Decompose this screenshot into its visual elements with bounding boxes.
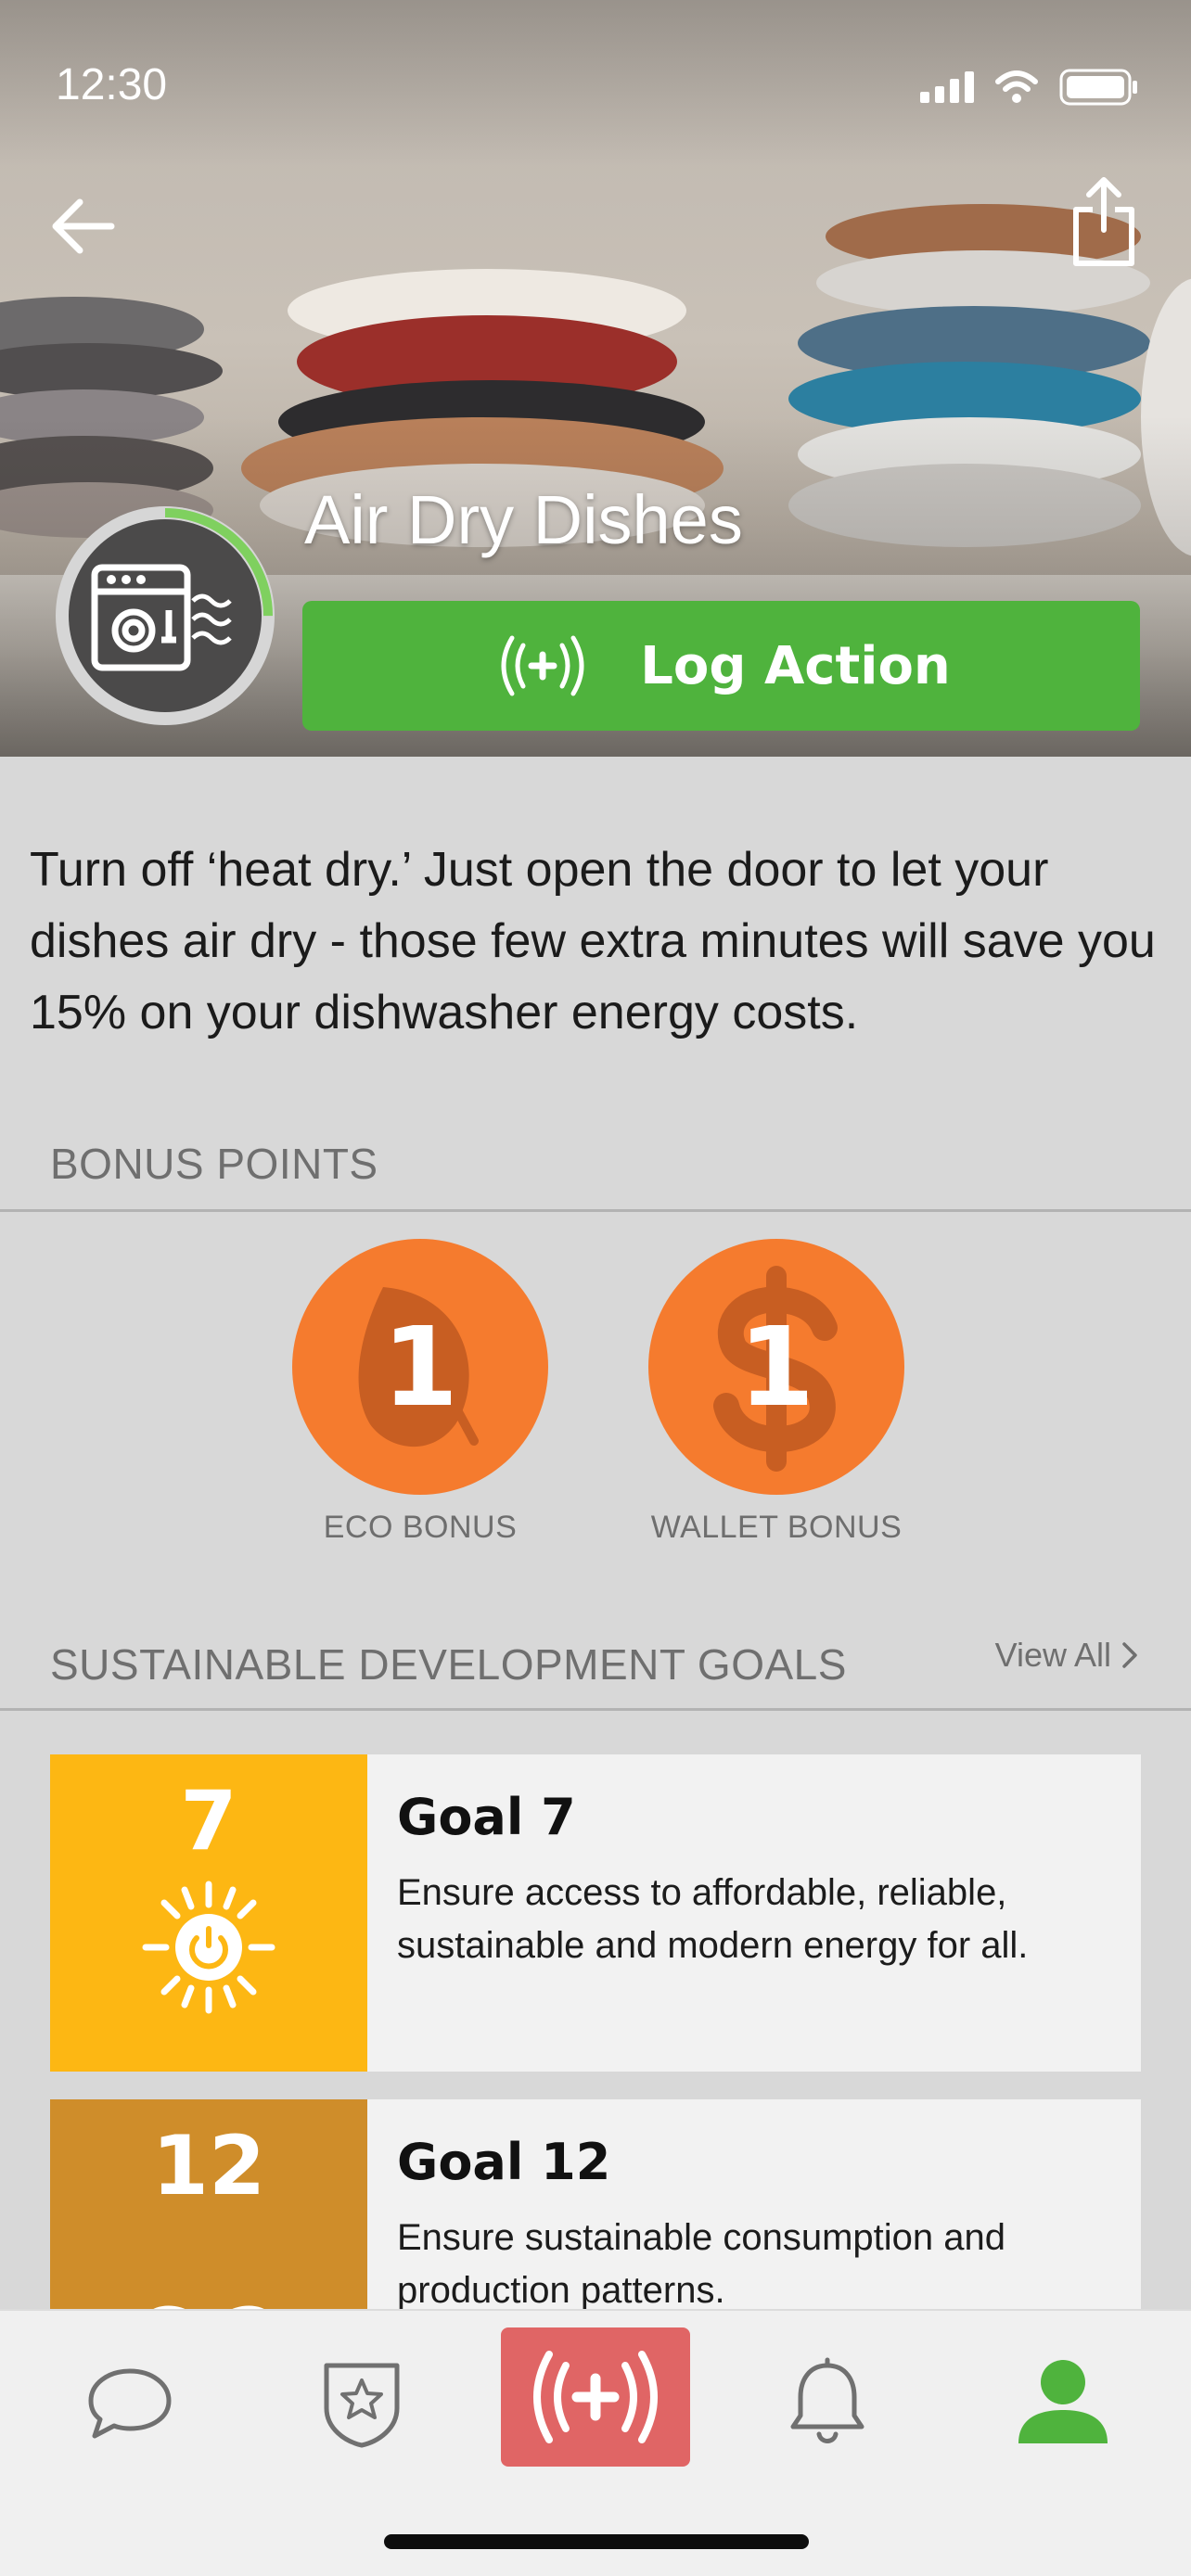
dishwasher-dots bbox=[107, 575, 146, 584]
dishwasher-action-badge bbox=[56, 506, 275, 725]
battery-icon bbox=[1059, 69, 1137, 106]
profile-icon bbox=[1018, 2360, 1108, 2443]
bell-icon bbox=[790, 2357, 864, 2443]
goal-7-tile: 7 bbox=[50, 1754, 367, 2072]
divider bbox=[0, 1708, 1191, 1711]
wallet-bonus-circle: 1 bbox=[648, 1239, 904, 1495]
tab-log-action[interactable] bbox=[501, 2327, 690, 2467]
view-all-link[interactable]: View All bbox=[995, 1636, 1139, 1675]
wallet-bonus[interactable]: 1 WALLET BONUS bbox=[648, 1239, 904, 1546]
action-title: Air Dry Dishes bbox=[304, 481, 743, 558]
share-icon[interactable] bbox=[1067, 176, 1141, 269]
eco-bonus-value: 1 bbox=[381, 1303, 459, 1431]
eco-bonus-circle: 1 bbox=[292, 1239, 548, 1495]
chevron-right-icon bbox=[1122, 1642, 1137, 1668]
eco-bonus[interactable]: 1 ECO BONUS bbox=[292, 1239, 548, 1546]
wallet-bonus-value: 1 bbox=[737, 1303, 815, 1431]
goal-card-7[interactable]: 7 Goal 7 Ensure access to affordable, re… bbox=[50, 1754, 1141, 2072]
goal-7-title: Goal 7 bbox=[397, 1788, 576, 1846]
eco-bonus-label: ECO BONUS bbox=[323, 1510, 518, 1545]
status-icons bbox=[920, 69, 1139, 106]
sun-power-icon bbox=[142, 1881, 275, 2014]
wifi-icon bbox=[995, 70, 1038, 103]
wallet-bonus-label: WALLET BONUS bbox=[650, 1510, 903, 1545]
badge-star-icon bbox=[324, 2363, 400, 2448]
goal-7-text: Ensure access to affordable, reliable, s… bbox=[397, 1872, 1029, 1966]
hero-image: 12:30 Air Dry Dishes Log Action bbox=[0, 0, 1191, 757]
tab-profile[interactable] bbox=[998, 2333, 1128, 2472]
bonus-points-heading: BONUS POINTS bbox=[50, 1140, 378, 1188]
divider bbox=[0, 1209, 1191, 1212]
back-arrow-icon[interactable] bbox=[46, 189, 121, 263]
log-action-button[interactable]: Log Action bbox=[302, 601, 1140, 731]
log-action-icon bbox=[501, 635, 584, 696]
action-description: Turn off ‘heat dry.’ Just open the door … bbox=[30, 843, 1156, 1039]
status-time: 12:30 bbox=[56, 60, 168, 109]
signal-icon bbox=[920, 71, 974, 103]
chat-icon bbox=[88, 2368, 172, 2439]
goal-7-body: Goal 7 Ensure access to affordable, reli… bbox=[367, 1754, 1141, 2072]
tab-badges[interactable] bbox=[297, 2333, 427, 2472]
sdg-heading: SUSTAINABLE DEVELOPMENT GOALS bbox=[50, 1640, 847, 1689]
tab-chat[interactable] bbox=[65, 2333, 195, 2472]
home-indicator bbox=[384, 2534, 809, 2549]
goal-12-text: Ensure sustainable consumption and produ… bbox=[397, 2217, 1005, 2311]
log-action-icon bbox=[533, 2351, 658, 2443]
goal-12-title: Goal 12 bbox=[397, 2133, 611, 2191]
log-action-label: Log Action bbox=[640, 635, 951, 696]
tab-notifications[interactable] bbox=[762, 2333, 892, 2472]
view-all-label: View All bbox=[994, 1636, 1111, 1674]
